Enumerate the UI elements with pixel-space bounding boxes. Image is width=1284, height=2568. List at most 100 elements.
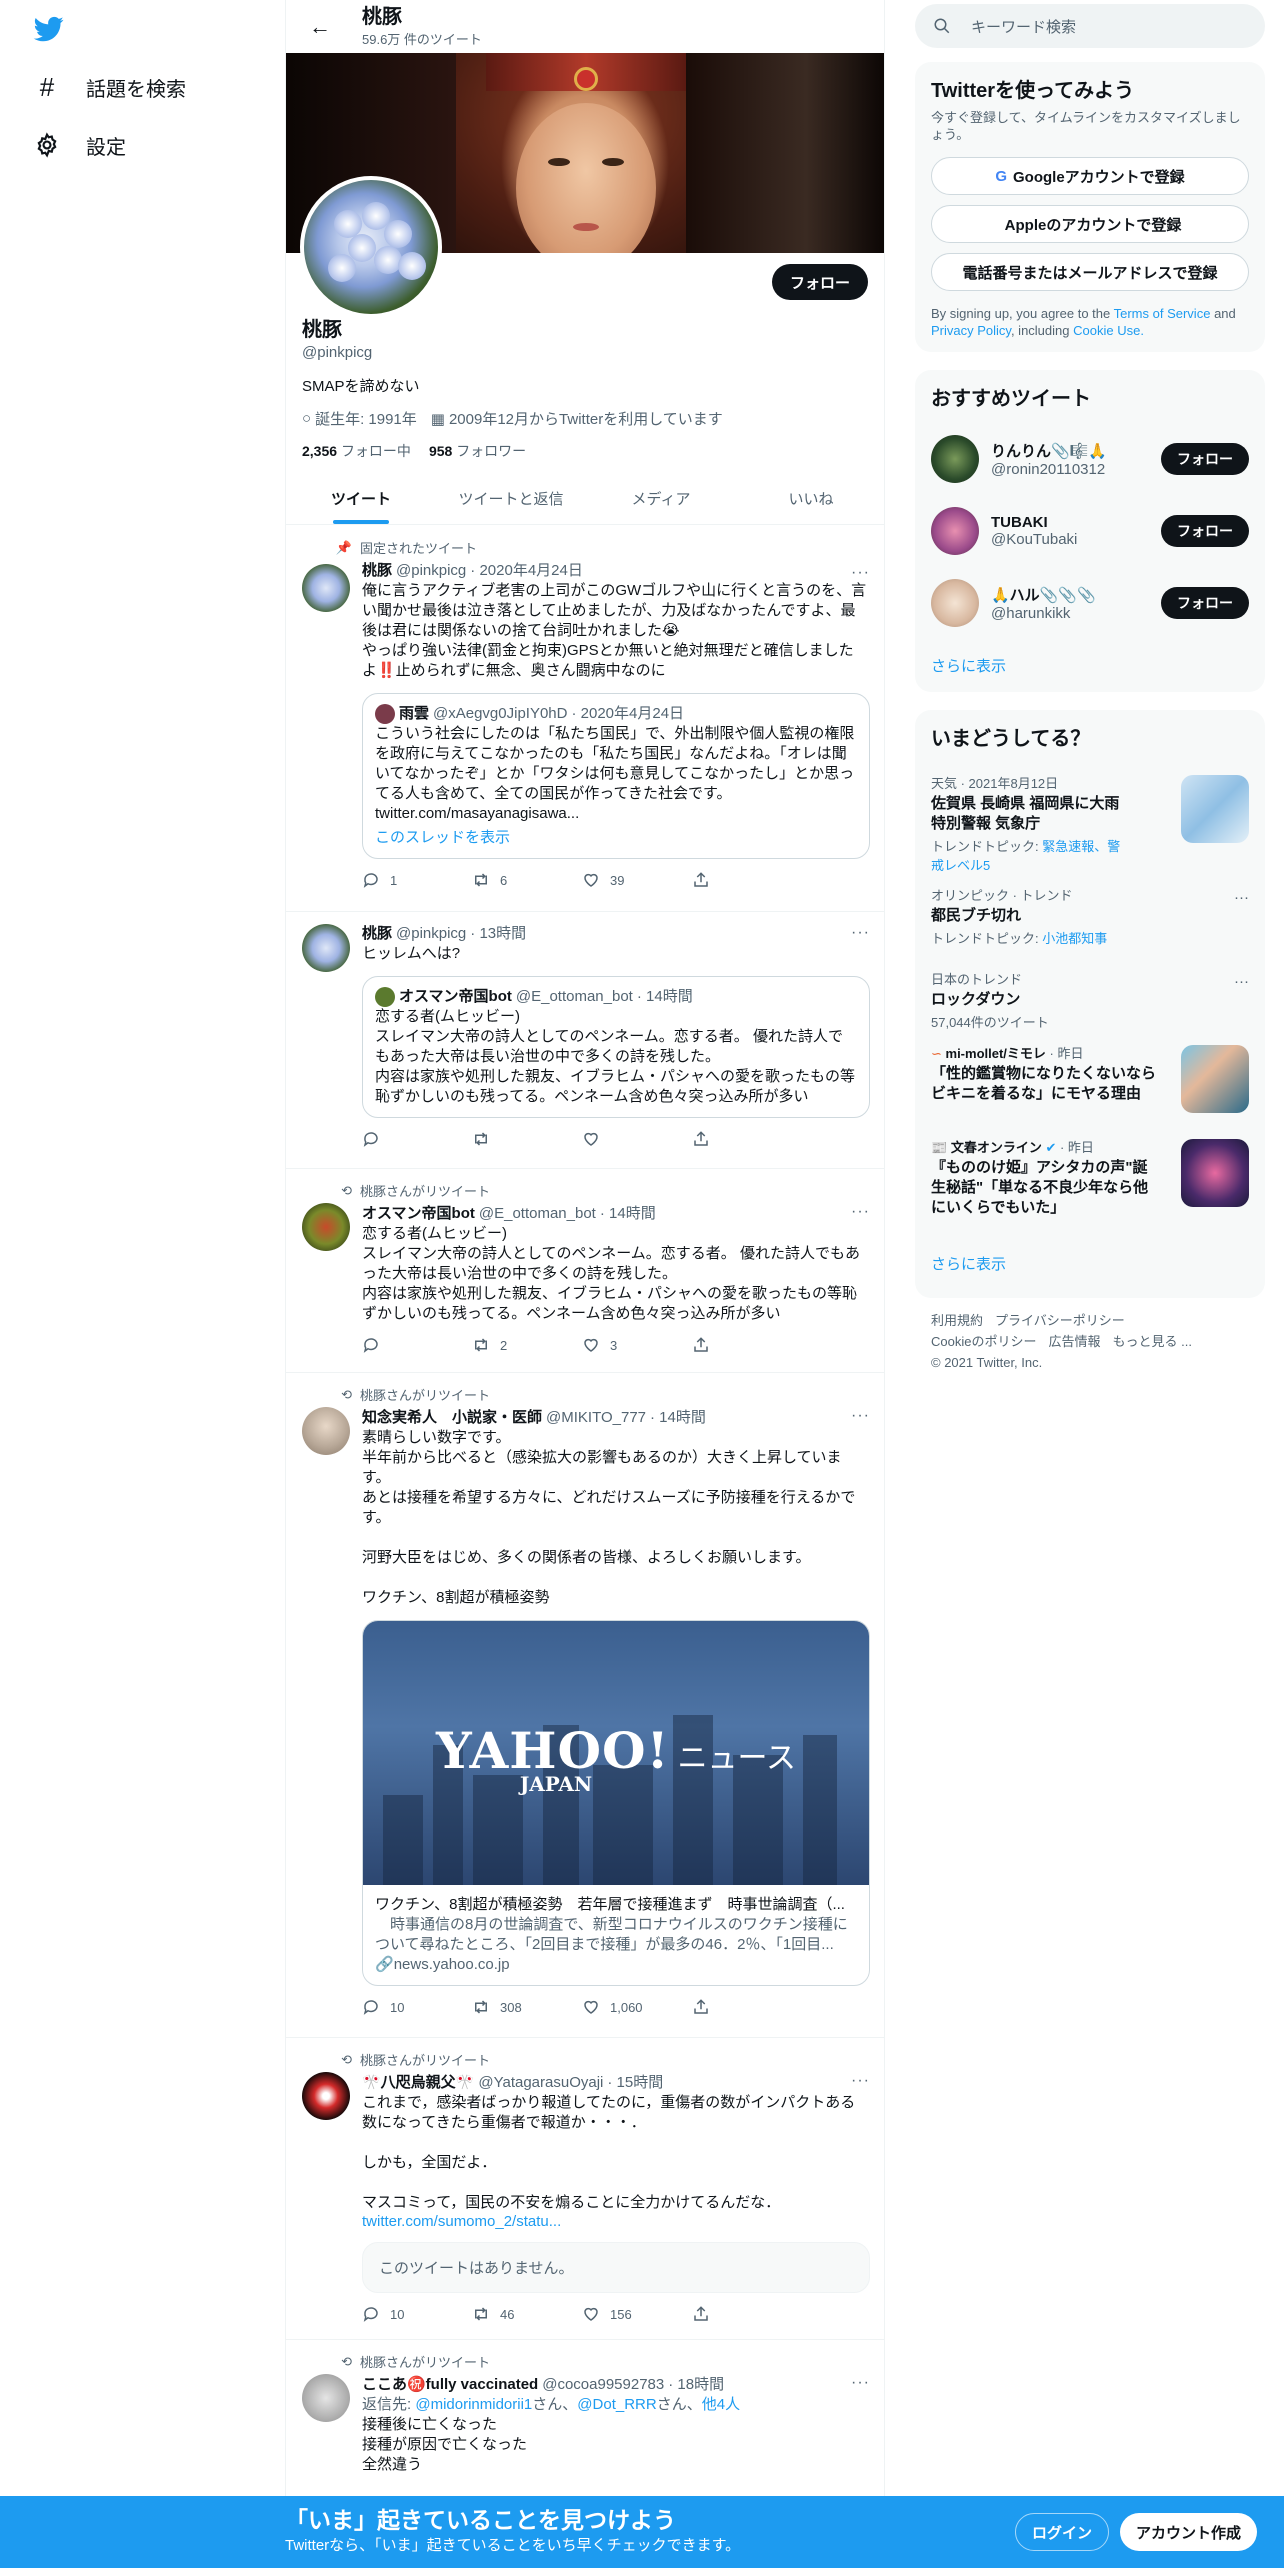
- avatar[interactable]: [302, 2374, 350, 2422]
- list-item[interactable]: りんりん📎🎼🙏 @ronin20110312 フォロー: [915, 423, 1265, 495]
- tweet-time[interactable]: · 18時間: [668, 2375, 724, 2395]
- cookie-link[interactable]: Cookie Use.: [1073, 323, 1144, 338]
- share-button[interactable]: [692, 1998, 802, 2016]
- more-icon[interactable]: ···: [851, 1203, 870, 1221]
- reply-button[interactable]: 10: [362, 2305, 472, 2323]
- like-button[interactable]: 156: [582, 2305, 692, 2323]
- more-icon[interactable]: ···: [851, 564, 870, 582]
- show-thread-link[interactable]: このスレッドを表示: [375, 828, 857, 848]
- retweet-button[interactable]: 6: [472, 871, 582, 889]
- signup-button[interactable]: アカウント作成: [1120, 2513, 1258, 2551]
- reply-button[interactable]: 10: [362, 1998, 472, 2016]
- tweet-item[interactable]: ⟲ 桃豚さんがリツイート ここあ㊗️fully vaccinated @cocoa9…: [286, 2340, 884, 2500]
- reply-to-link[interactable]: @midorinmidorii1: [415, 2396, 532, 2413]
- like-button[interactable]: [582, 1130, 692, 1148]
- share-button[interactable]: [692, 2305, 802, 2323]
- tweet-time[interactable]: · 14時間: [600, 1204, 656, 1224]
- retweet-button[interactable]: 46: [472, 2305, 582, 2323]
- profile-avatar[interactable]: [300, 176, 442, 318]
- avatar[interactable]: [302, 1407, 350, 1455]
- quoted-tweet[interactable]: 雨雲 @xAegvg0JipIY0hD · 2020年4月24日 こういう社会にした…: [362, 693, 870, 859]
- link-card[interactable]: YAHOO! ニュース JAPAN ワクチン、8割超が積極姿勢 若年層で接種進まず…: [362, 1620, 870, 1986]
- more-icon[interactable]: ···: [851, 2072, 870, 2090]
- tweet-author-name[interactable]: オスマン帝国bot: [362, 1204, 475, 1224]
- trend-item[interactable]: 📰 文春オンライン ✔ · 昨日 『もののけ姫』アシタカの声"誕生秘話"「単なる…: [915, 1127, 1265, 1237]
- tweet-item[interactable]: ⟲ 桃豚さんがリツイート オスマン帝国bot @E_ottoman_bot · 14時…: [286, 1169, 884, 1373]
- tos-link[interactable]: Terms of Service: [1114, 306, 1211, 321]
- reply-button[interactable]: [362, 1130, 472, 1148]
- avatar[interactable]: [302, 924, 350, 972]
- like-button[interactable]: 1,060: [582, 1998, 692, 2016]
- show-more-link[interactable]: さらに表示: [915, 639, 1265, 692]
- tweet-author-name[interactable]: ここあ㊗️fully vaccinated: [362, 2375, 538, 2395]
- list-item[interactable]: 🙏ハル📎📎📎 @harunkikk フォロー: [915, 567, 1265, 639]
- google-signup-button[interactable]: G Googleアカウントで登録: [931, 157, 1249, 195]
- footer-cookie-link[interactable]: Cookieのポリシー: [931, 1334, 1036, 1349]
- trend-item[interactable]: オリンピック · トレンド 都民ブチ切れ トレンドトピック: 小池都知事 ···: [915, 875, 1265, 959]
- search-input[interactable]: キーワード検索: [915, 4, 1265, 48]
- show-more-link[interactable]: さらに表示: [915, 1237, 1265, 1290]
- follow-button[interactable]: フォロー: [771, 264, 868, 300]
- tweet-time[interactable]: · 13時間: [470, 924, 526, 944]
- tweet-author-handle[interactable]: @cocoa99592783: [542, 2375, 664, 2395]
- trend-item[interactable]: 天気 · 2021年8月12日 佐賀県 長崎県 福岡県に大雨特別警報 気象庁 ト…: [915, 763, 1265, 875]
- back-arrow-icon[interactable]: ←: [302, 9, 338, 45]
- footer-ads-link[interactable]: 広告情報: [1048, 1334, 1100, 1349]
- quoted-tweet[interactable]: オスマン帝国bot @E_ottoman_bot · 14時間 恋する者(ムヒッビー…: [362, 976, 870, 1118]
- footer-privacy-link[interactable]: プライバシーポリシー: [995, 1313, 1125, 1328]
- retweet-button[interactable]: 308: [472, 1998, 582, 2016]
- like-button[interactable]: 39: [582, 871, 692, 889]
- privacy-link[interactable]: Privacy Policy: [931, 323, 1011, 338]
- tweet-author-name[interactable]: 桃豚: [362, 924, 392, 944]
- tweet-item[interactable]: 桃豚 @pinkpicg · 13時間 ··· ヒッレムへは? オスマン帝国bot @…: [286, 912, 884, 1169]
- footer-terms-link[interactable]: 利用規約: [931, 1313, 983, 1328]
- tweet-time[interactable]: · 14時間: [650, 1408, 706, 1428]
- share-button[interactable]: [692, 1130, 802, 1148]
- tab-likes[interactable]: いいね: [736, 472, 884, 524]
- nav-settings[interactable]: 設定: [32, 117, 126, 173]
- tweet-time[interactable]: · 15時間: [607, 2073, 663, 2093]
- more-icon[interactable]: ···: [1234, 889, 1249, 906]
- like-button[interactable]: 3: [582, 1336, 692, 1354]
- follow-button[interactable]: フォロー: [1161, 443, 1249, 475]
- more-icon[interactable]: ···: [851, 924, 870, 942]
- retweet-button[interactable]: 2: [472, 1336, 582, 1354]
- twitter-logo-icon[interactable]: [32, 14, 66, 44]
- login-button[interactable]: ログイン: [1015, 2513, 1110, 2551]
- avatar[interactable]: [302, 564, 350, 612]
- share-button[interactable]: [692, 871, 802, 889]
- phone-signup-button[interactable]: 電話番号またはメールアドレスで登録: [931, 253, 1249, 291]
- followers-link[interactable]: 958 フォロワー: [429, 441, 526, 461]
- reply-button[interactable]: 1: [362, 871, 472, 889]
- following-link[interactable]: 2,356 フォロー中: [302, 441, 411, 461]
- trend-item[interactable]: ∽ mi-mollet/ミモレ · 昨日 「性的鑑賞物になりたくないならビキニを…: [915, 1033, 1265, 1127]
- list-item[interactable]: TUBAKI @KouTubaki フォロー: [915, 495, 1265, 567]
- trend-item[interactable]: 日本のトレンド ロックダウン 57,044件のツイート ···: [915, 959, 1265, 1033]
- tweet-author-handle[interactable]: @pinkpicg: [396, 561, 466, 581]
- tweet-item[interactable]: ⟲ 桃豚さんがリツイート 🎌八咫烏親父🎌 @YatagarasuOyaji · 15時…: [286, 2038, 884, 2340]
- reply-button[interactable]: [362, 1336, 472, 1354]
- tweet-author-handle[interactable]: @pinkpicg: [396, 924, 466, 944]
- nav-explore[interactable]: # 話題を検索: [32, 59, 186, 115]
- tab-tweets[interactable]: ツイート: [286, 472, 436, 524]
- tab-media[interactable]: メディア: [586, 472, 736, 524]
- tweet-time[interactable]: · 2020年4月24日: [470, 561, 583, 581]
- follow-button[interactable]: フォロー: [1161, 587, 1249, 619]
- tweet-author-name[interactable]: 桃豚: [362, 561, 392, 581]
- tweet-link[interactable]: twitter.com/sumomo_2/statu...: [362, 2213, 561, 2230]
- more-icon[interactable]: ···: [851, 1407, 870, 1425]
- follow-button[interactable]: フォロー: [1161, 515, 1249, 547]
- avatar[interactable]: [302, 2072, 350, 2120]
- tweet-author-name[interactable]: 知念実希人 小説家・医師: [362, 1408, 542, 1428]
- tweet-author-handle[interactable]: @YatagarasuOyaji: [478, 2073, 603, 2093]
- tab-tweets-replies[interactable]: ツイートと返信: [436, 472, 586, 524]
- more-icon[interactable]: ···: [1234, 973, 1249, 990]
- tweet-author-handle[interactable]: @E_ottoman_bot: [479, 1204, 596, 1224]
- reply-to-link[interactable]: 他4人: [702, 2396, 740, 2413]
- footer-more-link[interactable]: もっと見る ...: [1112, 1334, 1191, 1349]
- avatar[interactable]: [302, 1203, 350, 1251]
- reply-to-link[interactable]: @Dot_RRR: [577, 2396, 656, 2413]
- tweet-author-name[interactable]: 🎌八咫烏親父🎌: [362, 2073, 474, 2093]
- tweet-item[interactable]: ⟲ 桃豚さんがリツイート 知念実希人 小説家・医師 @MIKITO_777 · 14時…: [286, 1373, 884, 2038]
- apple-signup-button[interactable]: Appleのアカウントで登録: [931, 205, 1249, 243]
